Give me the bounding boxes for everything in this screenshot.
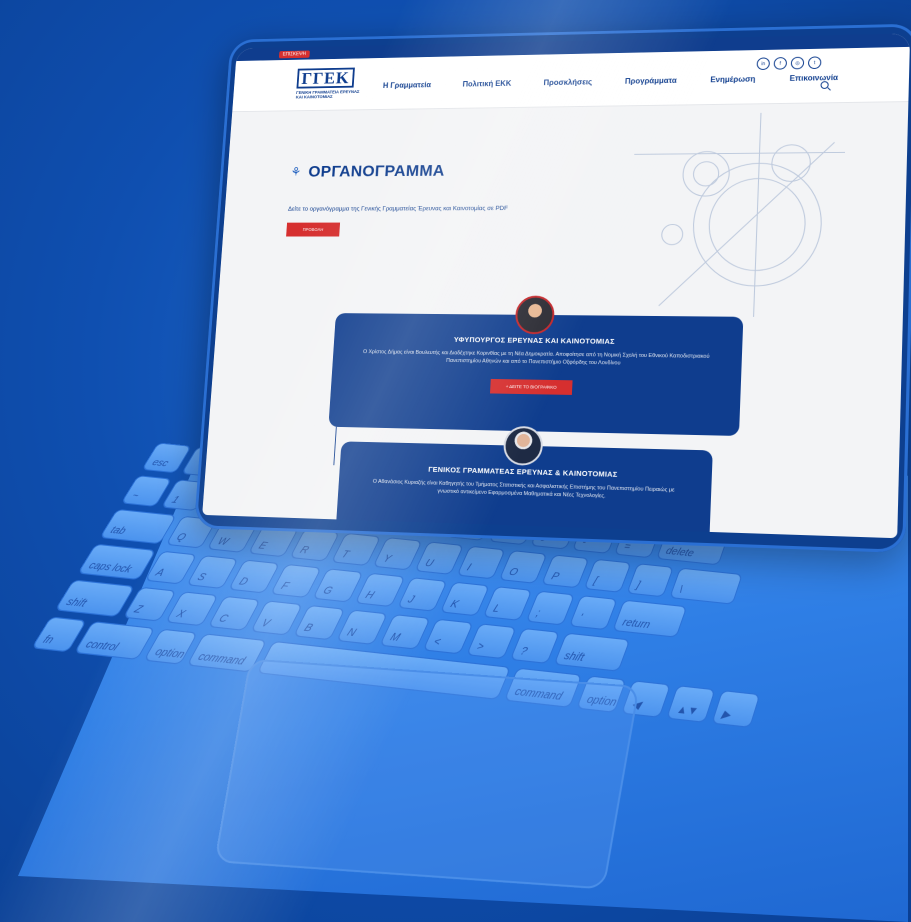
menu-item-policy[interactable]: Πολιτική ΕΚΚ bbox=[462, 79, 511, 88]
linkedin-icon[interactable]: in bbox=[757, 57, 770, 70]
site-logo[interactable]: ΓΓΕΚ ΓΕΝΙΚΗ ΓΡΑΜΜΑΤΕΙΑ ΕΡΕΥΝΑΣ ΚΑΙ ΚΑΙΝΟ… bbox=[296, 67, 363, 97]
avatar bbox=[503, 426, 544, 466]
screen: ΕΠΙΣΚΕΨΗ ΓΓΕΚ ΓΕΝΙΚΗ ΓΡΑΜΜΑΤΕΙΑ ΕΡΕΥΝΑΣ … bbox=[202, 33, 910, 538]
view-pdf-button[interactable]: ΠΡΟΒΟΛΗ bbox=[286, 223, 340, 237]
key[interactable]: J bbox=[397, 577, 448, 612]
key[interactable]: I bbox=[456, 546, 505, 580]
facebook-icon[interactable]: f bbox=[774, 57, 788, 70]
key[interactable]: control bbox=[74, 621, 156, 660]
key[interactable]: M bbox=[379, 614, 431, 650]
menu-item-contact[interactable]: Επικοινωνία bbox=[789, 73, 838, 82]
key[interactable]: ▲▼ bbox=[666, 685, 716, 723]
page-heading: ⚘ ΟΡΓΑΝΟΓΡΑΜΜΑ bbox=[290, 162, 445, 182]
key[interactable]: \ bbox=[669, 568, 743, 605]
key[interactable]: < bbox=[423, 619, 474, 655]
org-chart-icon: ⚘ bbox=[290, 165, 302, 180]
search-icon[interactable] bbox=[820, 81, 828, 89]
logo-mark: ΓΓΕΚ bbox=[296, 68, 354, 89]
key[interactable]: H bbox=[355, 573, 406, 607]
top-badge[interactable]: ΕΠΙΣΚΕΨΗ bbox=[279, 50, 310, 58]
key[interactable]: N bbox=[336, 609, 388, 645]
menu-item-calls[interactable]: Προσκλήσεις bbox=[543, 78, 592, 87]
key[interactable]: shift bbox=[554, 633, 631, 672]
instagram-icon[interactable]: ◎ bbox=[791, 57, 805, 70]
key[interactable]: ] bbox=[626, 563, 674, 597]
key[interactable]: tab bbox=[99, 509, 176, 544]
menu-item-programs[interactable]: Προγράμματα bbox=[625, 76, 677, 85]
key[interactable]: Y bbox=[373, 537, 423, 570]
key[interactable]: shift bbox=[55, 580, 135, 617]
key[interactable]: ' bbox=[569, 595, 618, 630]
laptop-lid: ΕΠΙΣΚΕΨΗ ΓΓΕΚ ΓΕΝΙΚΗ ΓΡΑΜΜΑΤΕΙΑ ΕΡΕΥΝΑΣ … bbox=[194, 24, 911, 553]
logo-subtitle: ΓΕΝΙΚΗ ΓΡΑΜΜΑΤΕΙΑ ΕΡΕΥΝΑΣ ΚΑΙ ΚΑΙΝΟΤΟΜΙΑ… bbox=[296, 89, 362, 99]
main-menu: Η Γραμματεία Πολιτική ΕΚΚ Προσκλήσεις Πρ… bbox=[383, 73, 838, 90]
key[interactable]: U bbox=[414, 541, 464, 575]
key[interactable]: T bbox=[331, 533, 381, 566]
menu-item-secretariat[interactable]: Η Γραμματεία bbox=[383, 81, 431, 90]
org-card-secretary-general: ΓΕΝΙΚΟΣ ΓΡΑΜΜΑΤΕΑΣ ΕΡΕΥΝΑΣ & ΚΑΙΝΟΤΟΜΙΑΣ… bbox=[335, 441, 713, 538]
key[interactable]: > bbox=[466, 623, 517, 659]
card-body: Ο Αθανάσιος Κυριαζής είναι Καθηγητής του… bbox=[366, 478, 680, 503]
gears-illustration bbox=[627, 112, 846, 318]
key[interactable]: return bbox=[612, 600, 687, 638]
trackpad[interactable] bbox=[214, 659, 640, 890]
key[interactable]: L bbox=[483, 586, 533, 621]
view-cv-button[interactable]: + ΔΕΙΤΕ ΤΟ ΒΙΟΓΡΑΦΙΚΟ bbox=[490, 379, 573, 395]
org-card-deputy-minister: ΥΦΥΠΟΥΡΓΟΣ ΕΡΕΥΝΑΣ ΚΑΙ ΚΑΙΝΟΤΟΜΙΑΣ Ο Χρί… bbox=[328, 313, 743, 436]
key[interactable]: O bbox=[499, 550, 548, 584]
intro-text: Δείτε το οργανόγραμμα της Γενικής Γραμμα… bbox=[288, 205, 508, 212]
key[interactable]: K bbox=[440, 582, 490, 617]
page-title: ΟΡΓΑΝΟΓΡΑΜΜΑ bbox=[308, 162, 445, 182]
card-title: ΥΦΥΠΟΥΡΓΟΣ ΕΡΕΥΝΑΣ ΚΑΙ ΚΑΙΝΟΤΟΜΙΑΣ bbox=[334, 334, 743, 348]
org-connector bbox=[333, 427, 336, 465]
key[interactable]: P bbox=[541, 554, 589, 588]
social-links: in f ◎ t bbox=[757, 56, 822, 70]
twitter-icon[interactable]: t bbox=[808, 56, 822, 69]
avatar bbox=[514, 296, 555, 335]
key[interactable]: G bbox=[312, 568, 363, 602]
key[interactable]: ; bbox=[526, 591, 575, 626]
key[interactable]: ? bbox=[510, 628, 560, 664]
menu-item-news[interactable]: Ενημέρωση bbox=[710, 75, 755, 84]
key[interactable]: [ bbox=[584, 559, 632, 593]
card-body: Ο Χρίστος Δήμας είναι Βουλευτής και Διαδ… bbox=[361, 348, 712, 368]
key[interactable]: caps lock bbox=[77, 544, 156, 580]
